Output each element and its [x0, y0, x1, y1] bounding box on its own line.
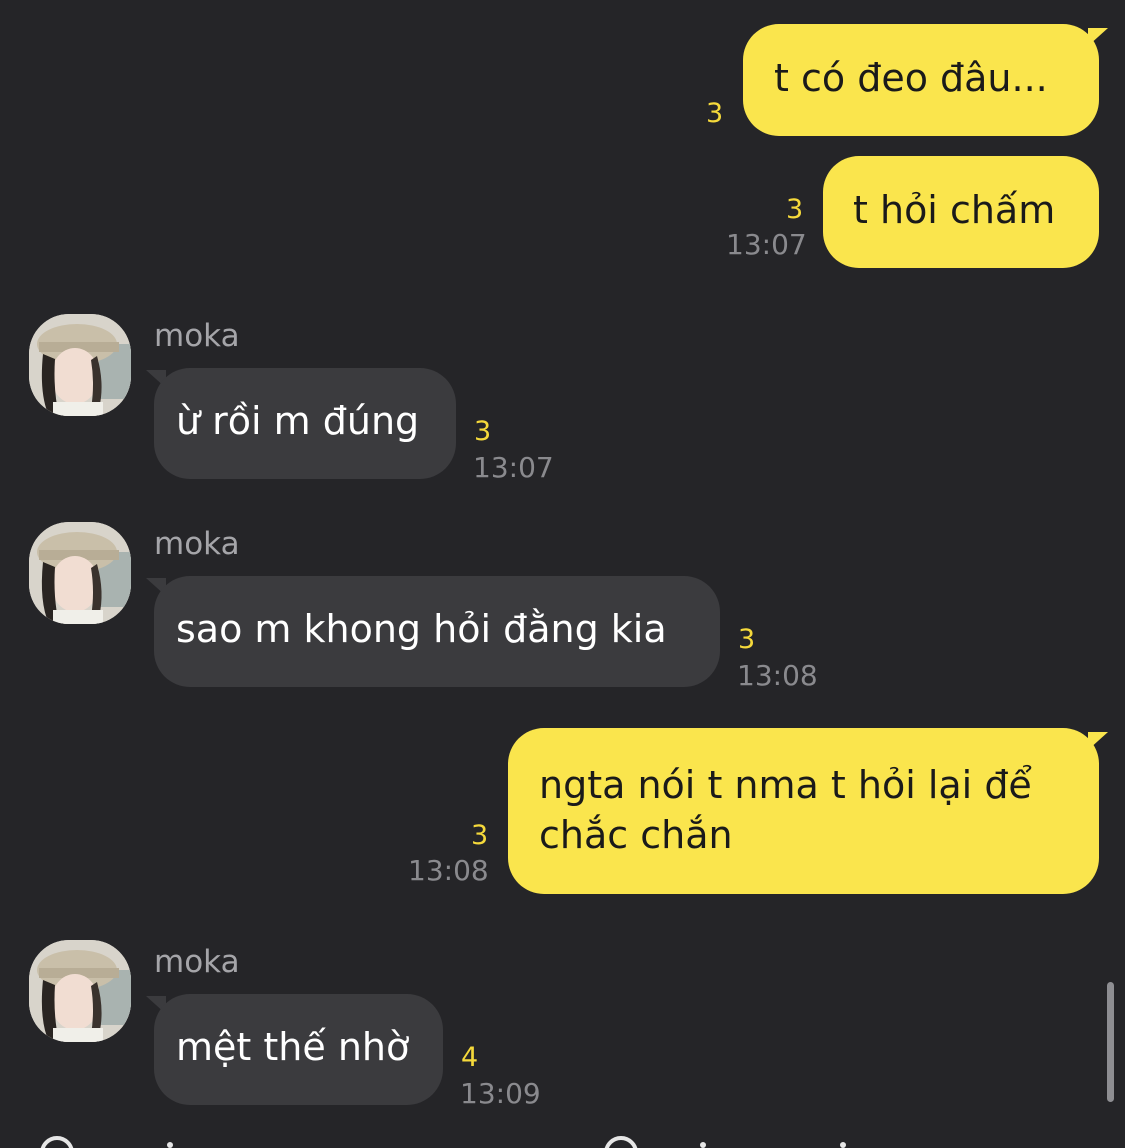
message-text: t có đeo đâu... [774, 56, 1048, 100]
message-time: 13:08 [408, 854, 489, 887]
avatar[interactable] [29, 522, 131, 624]
avatar[interactable] [29, 314, 131, 416]
outgoing-message-bubble[interactable]: ngta nói t nma t hỏi lại để chắc chắn [508, 728, 1099, 894]
sender-name: moka [154, 944, 240, 980]
clock-icon[interactable] [40, 1136, 74, 1148]
unread-count: 3 [471, 820, 489, 851]
unread-count: 3 [786, 194, 804, 225]
incoming-message-bubble[interactable]: mệt thế nhờ [154, 994, 443, 1105]
outgoing-message-bubble[interactable]: t có đeo đâu... [743, 24, 1099, 136]
message-text-line: chắc chắn [539, 813, 733, 857]
avatar-photo-icon [29, 522, 131, 624]
bubble-tail [1088, 732, 1108, 750]
clock-icon[interactable] [604, 1136, 638, 1148]
bubble-tail [1088, 28, 1108, 46]
message-text: ừ rồi m đúng [176, 399, 420, 443]
message-time: 13:07 [473, 451, 554, 484]
outgoing-message-bubble[interactable]: t hỏi chấm [823, 156, 1099, 268]
avatar[interactable] [29, 940, 131, 1042]
message-time: 13:07 [726, 228, 807, 261]
message-text: sao m khong hỏi đằng kia [176, 607, 667, 651]
unread-count: 3 [738, 624, 756, 655]
unread-count: 3 [474, 416, 492, 447]
message-text: t hỏi chấm [853, 188, 1056, 232]
unread-count: 4 [461, 1042, 479, 1073]
unread-count: 3 [706, 98, 724, 129]
sender-name: moka [154, 318, 240, 354]
message-time: 13:08 [737, 659, 818, 692]
incoming-message-bubble[interactable]: ừ rồi m đúng [154, 368, 456, 479]
message-time: 13:09 [460, 1077, 541, 1110]
sender-name: moka [154, 526, 240, 562]
message-text-line: ngta nói t nma t hỏi lại để [539, 763, 1032, 807]
dot-icon [700, 1142, 706, 1148]
incoming-message-bubble[interactable]: sao m khong hỏi đằng kia [154, 576, 720, 687]
dot-icon [840, 1142, 846, 1148]
scrollbar[interactable] [1107, 982, 1114, 1102]
chat-view: t có đeo đâu... 3 t hỏi chấm 3 13:07 mok… [0, 0, 1125, 1148]
message-text: mệt thế nhờ [176, 1025, 410, 1069]
dot-icon [167, 1142, 173, 1148]
avatar-photo-icon [29, 940, 131, 1042]
avatar-photo-icon [29, 314, 131, 416]
